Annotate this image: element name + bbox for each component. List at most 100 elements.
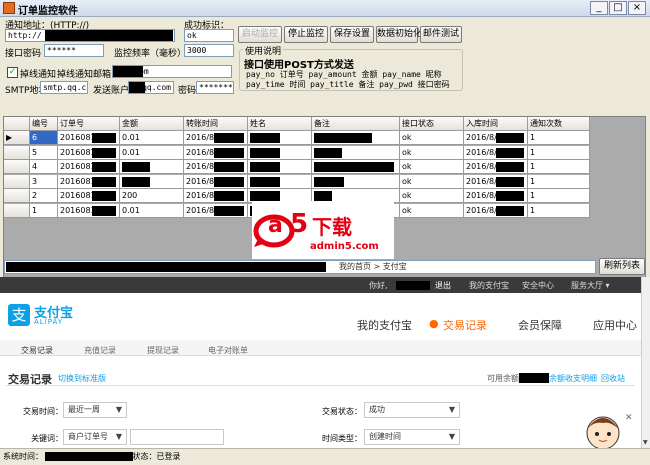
smtp-input[interactable]: smtp.qq.com (40, 81, 88, 94)
column-header[interactable]: 入库时间 (464, 117, 528, 131)
minimize-button[interactable]: _ (590, 1, 608, 15)
redacted-cell (122, 162, 150, 172)
redacted-address (6, 262, 326, 272)
redacted-cell (314, 162, 394, 172)
column-header[interactable]: 编号 (30, 117, 58, 131)
nav-dot-icon: ● (429, 317, 439, 330)
redacted-cell (314, 147, 342, 158)
stop-monitor-button[interactable]: 停止监控 (284, 26, 328, 43)
start-monitor-button[interactable]: 启动监控 (238, 26, 282, 43)
cell-amount: 0.01 (120, 145, 184, 160)
table-row[interactable]: ▶ 6 2016081 0.01 2016/8/ok 2016/8/1 1 (4, 131, 645, 145)
subtab-item[interactable]: 充值记录 (84, 345, 116, 356)
column-header[interactable]: 金额 (120, 117, 184, 131)
cell-id: 2 (30, 189, 58, 203)
column-header[interactable]: 订单号 (58, 117, 120, 131)
column-header[interactable]: 接口状态 (400, 117, 464, 131)
success-flag-input[interactable]: ok (184, 29, 234, 42)
cell-count: 1 (528, 160, 590, 174)
mail-test-button[interactable]: 邮件测试 (420, 26, 462, 43)
mascot-close-icon[interactable]: ✕ (625, 413, 633, 423)
cell-count: 1 (528, 189, 590, 203)
time-filter-value: 最近一周 (68, 405, 100, 414)
nav-my-alipay[interactable]: 我的支付宝 (357, 317, 412, 333)
topnav-logout[interactable]: 退出 (435, 280, 451, 291)
cell-status: ok (400, 203, 464, 218)
alipay-webview: 你好, 退出 我的支付宝 安全中心 服务大厅 ▾ 支 支付宝 ALIPAY 我的… (0, 277, 641, 448)
topnav-my-alipay[interactable]: 我的支付宝 (469, 280, 509, 291)
table-row[interactable]: 4 2016081 2016/8/ok 2016/8/1 1 (4, 160, 645, 174)
subtab-item[interactable]: 提现记录 (147, 345, 179, 356)
status-filter-select[interactable]: 成功 ▼ (364, 402, 460, 418)
redacted-cell (496, 205, 524, 216)
window-title: 订单监控软件 (18, 6, 78, 17)
balance-help-link[interactable]: 余额收支明细 (549, 373, 597, 384)
redacted-cell (214, 133, 244, 143)
column-header[interactable]: 转账时间 (184, 117, 248, 131)
frequency-input[interactable]: 3000 (184, 44, 234, 57)
chevron-down-icon: ▼ (115, 405, 122, 414)
save-settings-button[interactable]: 保存设置 (330, 26, 374, 43)
redacted-cell (214, 205, 244, 216)
data-init-button[interactable]: 数据初始化 (376, 26, 422, 43)
redacted-cell (250, 147, 280, 158)
password-input[interactable]: ********* (196, 81, 234, 94)
recycle-link[interactable]: 回收站 (601, 373, 625, 384)
port-password-input[interactable]: ****** (44, 44, 104, 57)
time-filter-select[interactable]: 最近一周 ▼ (63, 402, 127, 418)
cell-status: ok (400, 174, 464, 189)
row-header[interactable] (4, 189, 30, 203)
row-header[interactable] (4, 174, 30, 189)
refresh-list-button[interactable]: 刷新列表 (599, 258, 645, 275)
keyword-type-value: 商户订单号 (68, 432, 108, 441)
nav-records[interactable]: 交易记录 (443, 317, 487, 333)
column-header[interactable]: 备注 (312, 117, 400, 131)
redacted-cell (92, 147, 116, 158)
row-header[interactable] (4, 160, 30, 174)
table-row[interactable]: 5 2016081 0.01 2016/8/ok 2016/8/1 1 (4, 145, 645, 160)
row-header[interactable] (4, 203, 30, 218)
time-type-select[interactable]: 创建时间 ▼ (364, 429, 460, 445)
maximize-button[interactable]: □ (609, 1, 627, 15)
sender-label: 发送账户 (93, 86, 130, 96)
redacted-cell (496, 191, 524, 201)
row-header[interactable] (4, 145, 30, 160)
redacted-system-time (45, 452, 133, 461)
topnav-security[interactable]: 安全中心 (522, 280, 554, 291)
keyword-type-select[interactable]: 商户订单号 ▼ (63, 429, 127, 445)
nav-apps[interactable]: 应用中心 (593, 317, 637, 333)
status-filter-label: 交易状态： (322, 407, 362, 416)
subtab-item[interactable]: 电子对账单 (208, 345, 248, 356)
cell-id: 3 (30, 174, 58, 189)
topnav-service[interactable]: 服务大厅 ▾ (571, 280, 610, 291)
redacted-mail (113, 66, 143, 77)
cell-status: ok (400, 160, 464, 174)
usage-line-2: pay_time 时间 pay_title 备注 pay_pwd 接口密码 (246, 80, 450, 89)
cell-amount: 0.01 (120, 203, 184, 218)
admin5-watermark: a 5 下载 admin5.com (252, 201, 394, 259)
status-filter-value: 成功 (369, 405, 385, 414)
alipay-logo-icon: 支 (8, 304, 30, 326)
time-type-label: 时间类型： (322, 434, 362, 443)
logo-letter-a: a (268, 213, 283, 238)
column-header[interactable]: 通知次数 (528, 117, 590, 131)
switch-std-link[interactable]: 切换到标准版 (58, 373, 106, 384)
address-bar-text: 我的首页 > 支付宝 (339, 262, 407, 271)
app-icon (3, 2, 15, 14)
row-header[interactable]: ▶ (4, 131, 30, 145)
scroll-down-icon[interactable]: ▼ (643, 439, 648, 446)
redacted-cell (92, 133, 116, 143)
cell-id: 1 (30, 203, 58, 218)
chevron-down-icon: ▼ (115, 432, 122, 441)
offline-notify-checkbox[interactable]: ✓ (7, 67, 18, 78)
offline-notify-label: 掉线通知 (20, 70, 57, 80)
keyword-input[interactable] (130, 429, 224, 445)
webview-scrollbar[interactable]: ▼ (641, 277, 650, 448)
table-row[interactable]: 3 2016081 2016/8/ok 2016/8/1 1 (4, 174, 645, 189)
subtab-item[interactable]: 交易记录 (21, 345, 53, 356)
nav-protect[interactable]: 会员保障 (518, 317, 562, 333)
cell-id: 5 (30, 145, 58, 160)
column-header[interactable]: 姓名 (248, 117, 312, 131)
close-button[interactable]: × (628, 1, 646, 15)
redacted-cell (92, 205, 116, 216)
